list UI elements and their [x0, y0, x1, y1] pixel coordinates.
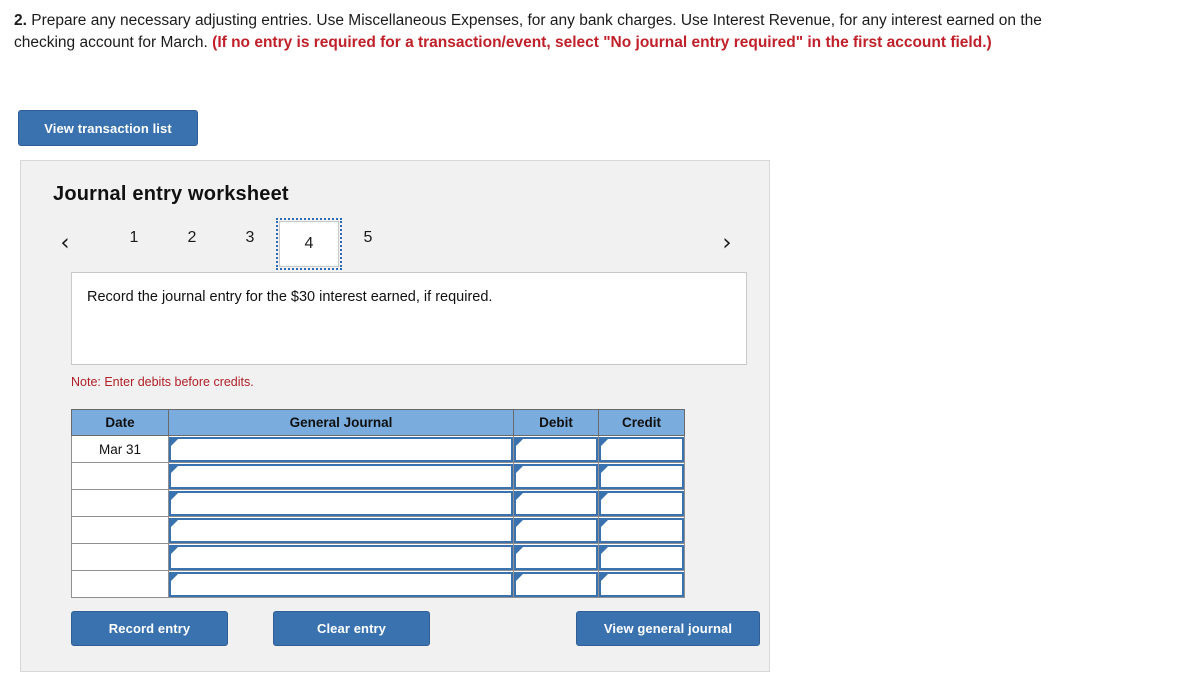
- general-journal-input-1[interactable]: [168, 435, 514, 463]
- date-cell-4[interactable]: [71, 516, 169, 544]
- credit-input-4[interactable]: [598, 516, 685, 544]
- column-header-credit: Credit: [598, 409, 685, 436]
- account-dropdown-6[interactable]: [169, 571, 513, 597]
- tab-4[interactable]: 4: [276, 218, 342, 270]
- debit-input-1[interactable]: [513, 435, 599, 463]
- table-row: [71, 570, 685, 598]
- tab-3[interactable]: 3: [221, 221, 279, 255]
- journal-entry-worksheet-panel: Journal entry worksheet ‹ 1 2 3 4 5 › Re…: [20, 160, 770, 672]
- account-dropdown-2[interactable]: [169, 463, 513, 489]
- view-transaction-list-button[interactable]: View transaction list: [18, 110, 198, 146]
- instruction-text: Record the journal entry for the $30 int…: [87, 289, 493, 305]
- general-journal-input-4[interactable]: [168, 516, 514, 544]
- journal-entry-table: Date General Journal Debit Credit Mar 31: [71, 409, 685, 598]
- credit-input-2[interactable]: [598, 462, 685, 490]
- tab-1[interactable]: 1: [105, 221, 163, 255]
- column-header-general-journal: General Journal: [168, 409, 514, 436]
- tab-list: 1 2 3 4 5: [105, 218, 397, 270]
- tab-2[interactable]: 2: [163, 221, 221, 255]
- credit-field-4[interactable]: [599, 517, 684, 543]
- debit-field-2[interactable]: [514, 463, 598, 489]
- debit-field-1[interactable]: [514, 436, 598, 462]
- general-journal-input-5[interactable]: [168, 543, 514, 571]
- debits-before-credits-note: Note: Enter debits before credits.: [71, 375, 254, 389]
- column-header-debit: Debit: [513, 409, 599, 436]
- question-number: 2.: [14, 12, 27, 29]
- credit-field-1[interactable]: [599, 436, 684, 462]
- credit-input-3[interactable]: [598, 489, 685, 517]
- debit-input-2[interactable]: [513, 462, 599, 490]
- credit-field-2[interactable]: [599, 463, 684, 489]
- account-dropdown-4[interactable]: [169, 517, 513, 543]
- table-header-row: Date General Journal Debit Credit: [71, 409, 685, 436]
- date-cell-5[interactable]: [71, 543, 169, 571]
- date-cell-6[interactable]: [71, 570, 169, 598]
- credit-field-3[interactable]: [599, 490, 684, 516]
- table-row: [71, 516, 685, 544]
- table-row: [71, 489, 685, 517]
- table-row: [71, 462, 685, 490]
- date-cell-2[interactable]: [71, 462, 169, 490]
- debit-input-4[interactable]: [513, 516, 599, 544]
- table-row: Mar 31: [71, 435, 685, 463]
- debit-input-3[interactable]: [513, 489, 599, 517]
- general-journal-input-3[interactable]: [168, 489, 514, 517]
- debit-field-3[interactable]: [514, 490, 598, 516]
- question-prompt: 2. Prepare any necessary adjusting entri…: [14, 10, 1089, 54]
- question-text-emphasis: (If no entry is required for a transacti…: [212, 34, 992, 51]
- instruction-box: Record the journal entry for the $30 int…: [71, 272, 747, 365]
- worksheet-title: Journal entry worksheet: [53, 183, 289, 205]
- debit-field-6[interactable]: [514, 571, 598, 597]
- credit-input-1[interactable]: [598, 435, 685, 463]
- account-dropdown-3[interactable]: [169, 490, 513, 516]
- general-journal-input-6[interactable]: [168, 570, 514, 598]
- tab-5[interactable]: 5: [339, 221, 397, 255]
- account-dropdown-1[interactable]: [169, 436, 513, 462]
- record-entry-button[interactable]: Record entry: [71, 611, 228, 646]
- clear-entry-button[interactable]: Clear entry: [273, 611, 430, 646]
- view-general-journal-button[interactable]: View general journal: [576, 611, 760, 646]
- debit-input-5[interactable]: [513, 543, 599, 571]
- debit-field-5[interactable]: [514, 544, 598, 570]
- debit-field-4[interactable]: [514, 517, 598, 543]
- table-row: [71, 543, 685, 571]
- account-dropdown-5[interactable]: [169, 544, 513, 570]
- date-cell-3[interactable]: [71, 489, 169, 517]
- worksheet-tabstrip: ‹ 1 2 3 4 5 ›: [21, 218, 771, 270]
- credit-input-6[interactable]: [598, 570, 685, 598]
- credit-input-5[interactable]: [598, 543, 685, 571]
- credit-field-6[interactable]: [599, 571, 684, 597]
- next-tab-arrow-icon[interactable]: ›: [713, 227, 741, 259]
- date-cell-1: Mar 31: [71, 435, 169, 463]
- debit-input-6[interactable]: [513, 570, 599, 598]
- previous-tab-arrow-icon[interactable]: ‹: [51, 227, 79, 259]
- column-header-date: Date: [71, 409, 169, 436]
- general-journal-input-2[interactable]: [168, 462, 514, 490]
- credit-field-5[interactable]: [599, 544, 684, 570]
